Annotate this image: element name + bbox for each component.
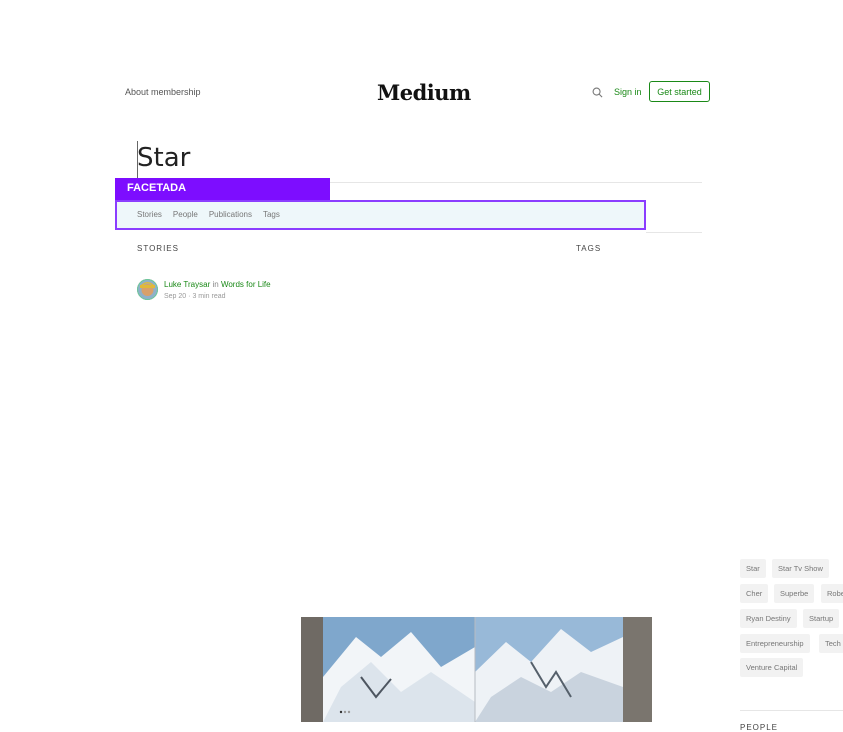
tab-tags[interactable]: Tags [263,210,280,219]
tag-chip[interactable]: Star Tv Show [772,559,829,578]
in-word: in [212,280,219,289]
meta-separator: · [188,293,191,300]
tab-people[interactable]: People [173,210,198,219]
about-membership-link[interactable]: About membership [125,87,201,97]
divider [646,232,702,233]
author-link[interactable]: Luke Traysar [164,280,210,289]
tag-chip[interactable]: Star [740,559,766,578]
tag-chip[interactable]: Superbe [774,584,815,603]
tag-chip[interactable]: Cher [740,584,769,603]
get-started-button[interactable]: Get started [649,81,710,102]
story-date: Sep 20 [164,293,187,300]
tag-chip[interactable]: Entrepreneurship [740,634,810,653]
tag-chip[interactable]: Startup [803,609,840,628]
story-author-line: Luke Traysar in Words for Life [164,280,271,289]
search-query-input[interactable]: Star [137,143,190,173]
people-heading: PEOPLE [740,723,779,732]
story-image[interactable] [301,617,652,722]
search-icon[interactable] [592,87,603,98]
story-read-time: 3 min read [192,293,226,300]
author-avatar[interactable] [137,279,158,300]
tag-chip[interactable]: Venture Capital [740,658,804,677]
tag-chip[interactable]: Robes [821,584,843,603]
facet-overlay-label: FACETADA [115,178,330,200]
tab-publications[interactable]: Publications [209,210,252,219]
story-meta: Sep 20 · 3 min read Star Star Tv Show Ch… [164,293,843,732]
tab-stories[interactable]: Stories [137,210,162,219]
search-tabs: Stories People Publications Tags [137,210,280,219]
tag-chip[interactable]: Ryan Destiny [740,609,797,628]
publication-link[interactable]: Words for Life [221,280,271,289]
stories-heading: STORIES [137,244,179,253]
medium-logo[interactable]: Medium [377,80,471,105]
tag-chip[interactable]: Tech [819,634,843,653]
sign-in-link[interactable]: Sign in [614,87,642,97]
tags-heading: TAGS [576,244,602,253]
divider [740,710,843,711]
